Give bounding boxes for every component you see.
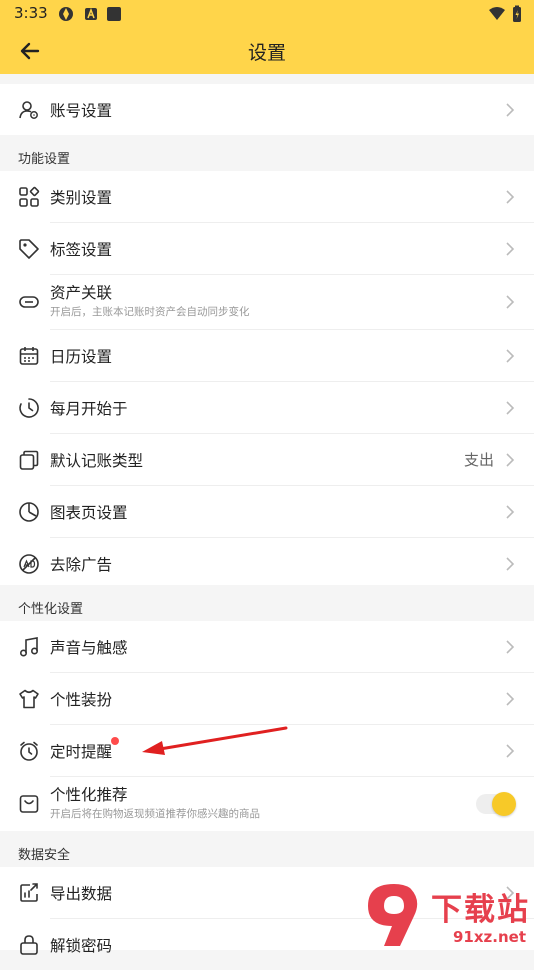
row-label: 账号设置	[50, 101, 113, 120]
row-label: 去除广告	[50, 555, 113, 574]
tag-icon	[18, 238, 40, 260]
settings-item-asset-link[interactable]: 资产关联 开启后，主账本记账时资产会自动同步变化	[0, 275, 534, 328]
row-label: 默认记账类型	[50, 451, 144, 470]
settings-item-theme[interactable]: 个性装扮	[0, 673, 534, 724]
battery-icon	[513, 5, 521, 22]
link-icon	[18, 291, 40, 313]
settings-item-chart-page[interactable]: 图表页设置	[0, 486, 534, 537]
tshirt-icon	[18, 688, 40, 710]
row-label: 图表页设置	[50, 503, 128, 522]
settings-item-tags[interactable]: 标签设置	[0, 223, 534, 274]
lock-icon	[18, 934, 40, 956]
toggle-knob	[492, 792, 516, 816]
chevron-right-icon	[506, 743, 515, 758]
calendar-icon	[18, 345, 40, 367]
chevron-right-icon	[506, 504, 515, 519]
account-card: 账号设置	[0, 84, 534, 135]
row-label: 个性装扮	[50, 690, 113, 709]
vpn-icon	[59, 7, 73, 21]
row-label: 类别设置	[50, 188, 113, 207]
row-label: 个性化推荐	[50, 786, 128, 804]
page-title: 设置	[247, 42, 286, 64]
recommend-toggle[interactable]	[476, 792, 516, 816]
notification-square-icon	[107, 7, 121, 21]
category-grid-icon	[18, 186, 40, 208]
chevron-right-icon	[506, 400, 515, 415]
chevron-right-icon	[506, 189, 515, 204]
chevron-right-icon	[506, 102, 515, 117]
settings-item-category[interactable]: 类别设置	[0, 171, 534, 222]
row-label: 日历设置	[50, 347, 113, 366]
section-header-features: 功能设置	[0, 137, 534, 173]
chevron-right-icon	[506, 294, 515, 309]
shopping-bag-icon	[18, 793, 40, 815]
settings-item-remove-ads[interactable]: 去除广告	[0, 538, 534, 589]
chevron-right-icon	[506, 348, 515, 363]
no-ads-icon	[18, 553, 40, 575]
section-title: 数据安全	[18, 848, 71, 863]
app-bar: 设置	[0, 28, 534, 74]
section-header-personalization: 个性化设置	[0, 587, 534, 623]
row-label: 每月开始于	[50, 399, 128, 418]
pie-chart-icon	[18, 501, 40, 523]
clock-history-icon	[18, 397, 40, 419]
row-value: 支出	[463, 451, 494, 469]
new-badge-dot	[111, 737, 119, 745]
settings-item-month-start[interactable]: 每月开始于	[0, 382, 534, 433]
music-note-icon	[18, 636, 40, 658]
chevron-right-icon	[506, 691, 515, 706]
section-title: 功能设置	[18, 152, 71, 167]
status-time: 3:33	[14, 4, 48, 22]
status-bar: 3:33	[0, 0, 534, 28]
row-label: 声音与触感	[50, 638, 128, 657]
settings-item-account[interactable]: 账号设置	[0, 84, 534, 135]
row-label: 导出数据	[50, 884, 113, 903]
row-label: 资产关联	[50, 284, 113, 302]
settings-item-sound[interactable]: 声音与触感	[0, 621, 534, 672]
user-settings-icon	[18, 99, 40, 121]
settings-item-default-type[interactable]: 默认记账类型 支出	[0, 434, 534, 485]
row-label: 定时提醒	[50, 742, 113, 761]
chevron-right-icon	[506, 241, 515, 256]
chevron-right-icon	[506, 452, 515, 467]
app-notification-icon	[85, 7, 97, 20]
section-title: 个性化设置	[18, 602, 84, 617]
settings-item-calendar[interactable]: 日历设置	[0, 330, 534, 381]
watermark-logo	[368, 884, 418, 946]
watermark-url: 91xz.net	[452, 928, 526, 946]
annotation-arrow	[142, 726, 288, 755]
site-watermark: 下载站 91xz.net	[362, 880, 534, 950]
features-card: 类别设置 标签设置 资产关联 开启后，主账本记账时资产会自动同步变化 日历设置 …	[0, 171, 534, 585]
row-label: 标签设置	[50, 240, 113, 259]
export-icon	[18, 882, 40, 904]
chevron-right-icon	[506, 639, 515, 654]
row-subtitle: 开启后，主账本记账时资产会自动同步变化	[50, 306, 250, 318]
chevron-right-icon	[506, 556, 515, 571]
section-header-data-security: 数据安全	[0, 833, 534, 869]
copy-stack-icon	[18, 449, 40, 471]
wifi-icon	[489, 7, 505, 20]
row-subtitle: 开启后将在购物返现频道推荐你感兴趣的商品	[50, 808, 260, 820]
settings-item-recommend: 个性化推荐 开启后将在购物返现频道推荐你感兴趣的商品	[0, 777, 534, 831]
watermark-brand: 下载站	[431, 892, 530, 928]
row-label: 解锁密码	[50, 936, 113, 955]
alarm-clock-icon	[18, 740, 40, 762]
